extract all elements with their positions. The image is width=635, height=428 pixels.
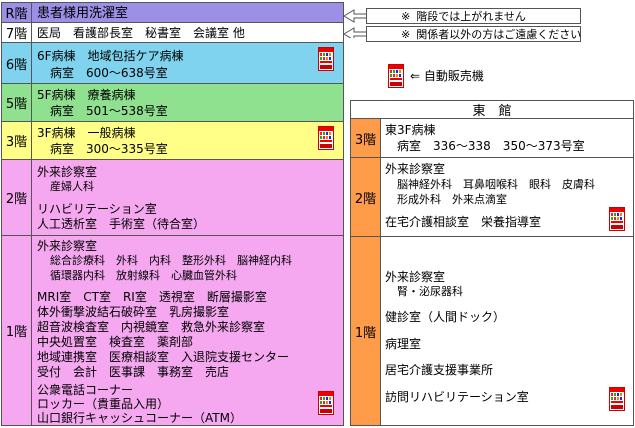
floor-1-line-1: 総合診療科 外科 内科 整形外科 脳神経内科	[50, 254, 292, 267]
floor-1-line-8: 受付 会計 医事課 事務室 売店	[37, 365, 230, 379]
floor-2-line-3: 人工透析室 手術室（待合室）	[37, 217, 206, 231]
floor-7-label: 7階	[5, 27, 28, 42]
floor-5-label: 5階	[5, 97, 28, 112]
vending-machine-icon-east-1f	[609, 387, 625, 411]
floor-1-label: 1階	[5, 325, 28, 340]
floor-5-line-1: 病室 501〜538号室	[50, 104, 168, 118]
floor-1-line-2: 循環器内科 放射線科 心臓血管外科	[50, 269, 237, 282]
vending-legend: ⇐ 自動販売機	[388, 64, 508, 88]
vending-legend-text: ⇐ 自動販売機	[410, 69, 484, 83]
floor-3-line-1: 病室 300〜335号室	[50, 142, 168, 156]
note-arrow-7	[343, 27, 369, 38]
note-arrow-r	[343, 9, 369, 23]
east-2-label: 2階	[354, 191, 377, 207]
floor-2-line-1: 産婦人科	[50, 180, 94, 193]
floor-5-line-0: 5F病棟 療養病棟	[37, 88, 136, 102]
floor-6-line-0: 6F病棟 地域包括ケア病棟	[37, 49, 184, 63]
east-3-line-0: 東3F病棟	[385, 123, 436, 137]
east-3-label: 3階	[354, 132, 377, 148]
east-2-line-2: 形成外科 外来点滴室	[397, 193, 507, 206]
floor-1-line-4: 体外衝撃波結石破砕室 乳房撮影室	[37, 305, 230, 319]
floor-6-label: 6階	[5, 57, 28, 73]
floor-1-line-9: 公衆電話コーナー	[37, 383, 134, 397]
vending-machine-icon-east-2f	[609, 207, 625, 231]
east-1-line-1: 腎・泌尿器科	[397, 285, 463, 298]
note-stairs-text: 階段では上がれません	[416, 10, 526, 23]
note-staff-text: 関係者以外の方はご遠慮ください	[416, 28, 582, 41]
east-2-line-1: 脳神経外科 耳鼻咽喉科 眼科 皮膚科	[397, 178, 595, 191]
note-stairs: ※ 階段では上がれません	[366, 8, 581, 24]
vending-machine-icon-3f	[318, 126, 334, 150]
note-stairs-symbol: ※	[401, 9, 411, 23]
floor-1-line-5: 超音波検査室 内視鏡室 救急外来診察室	[37, 320, 266, 334]
floor-1-line-3: MRI室 CT室 RI室 透視室 断層撮影室	[37, 290, 267, 304]
floor-1-line-11: 山口銀行キャッシュコーナー（ATM）	[37, 411, 242, 425]
floor-7-line-0: 医局 看護部長室 秘書室 会議室 他	[37, 26, 245, 40]
floor-r-line-0: 患者様用洗濯室	[37, 6, 129, 21]
vending-machine-icon-1f	[318, 391, 334, 415]
vending-machine-icon-6f	[318, 47, 334, 71]
east-1-line-5: 訪問リハビリテーション室	[385, 390, 529, 404]
floor-3-line-0: 3F病棟 一般病棟	[37, 126, 136, 140]
east-1-line-2: 健診室（人間ドック）	[385, 310, 506, 324]
east-title: 東 館	[472, 104, 512, 119]
east-1-line-0: 外来診察室	[385, 270, 446, 284]
east-1-label: 1階	[354, 325, 377, 341]
floor-3-label: 3階	[5, 135, 28, 150]
floor-1-line-10: ロッカー（貴重品入用）	[37, 397, 170, 411]
note-staff-only: ※ 関係者以外の方はご遠慮ください	[366, 26, 581, 42]
floor-2-line-2: リハビリテーション室	[37, 202, 157, 216]
floor-1-line-0: 外来診察室	[37, 239, 98, 253]
east-1-line-3: 病理室	[385, 337, 422, 351]
note-staff-symbol: ※	[401, 27, 411, 41]
floor-2-line-0: 外来診察室	[37, 165, 98, 179]
east-1-line-4: 居宅介護支援事業所	[385, 363, 494, 377]
floor-2-label: 2階	[5, 192, 28, 207]
floor-6-line-1: 病室 600〜638号室	[50, 66, 168, 80]
floor-1-line-7: 地域連携室 医療相談室 入退院支援センター	[37, 350, 290, 364]
east-2-line-3: 在宅介護相談室 栄養指導室	[385, 215, 542, 229]
vending-machine-icon	[388, 64, 404, 88]
floor-1-line-6: 中央処置室 検査室 薬剤部	[37, 335, 194, 349]
east-3-line-1: 病室 336〜338 350〜373号室	[397, 139, 585, 153]
east-2-line-0: 外来診察室	[385, 162, 446, 176]
floor-r-label: R階	[5, 7, 28, 22]
